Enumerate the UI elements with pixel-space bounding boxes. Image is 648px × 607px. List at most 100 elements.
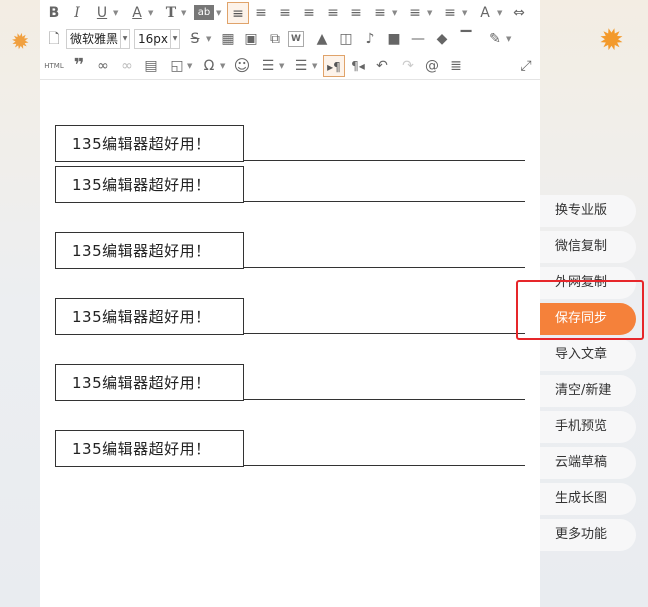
italic-button[interactable]: I: [66, 2, 88, 24]
toolbar-row-3: HTML ❞ ∞ ∞ ▤ ◱ ▼ Ω ▼ ☺ ☰ ▼ ☰ ▼ ▸¶ ¶◂ ↶ ↷…: [40, 53, 540, 79]
cloud-draft-button[interactable]: 云端草稿: [540, 447, 636, 479]
title-block[interactable]: 135编辑器超好用！: [55, 430, 525, 467]
gallery-icon[interactable]: ◫: [335, 28, 357, 50]
chevron-down-icon[interactable]: ▼: [113, 2, 118, 24]
underline-button[interactable]: U: [91, 2, 113, 24]
title-underline: [244, 399, 525, 400]
title-text[interactable]: 135编辑器超好用！: [72, 175, 211, 195]
clear-format-button[interactable]: T: [160, 2, 182, 24]
switch-pro-button[interactable]: 换专业版: [540, 195, 636, 227]
font-family-value: 微软雅黑: [70, 32, 119, 46]
clear-new-button[interactable]: 清空/新建: [540, 375, 636, 407]
line-height-button[interactable]: ≡: [369, 2, 391, 24]
rtl-direction-icon[interactable]: ¶◂: [347, 55, 369, 77]
chevron-down-icon[interactable]: ▼: [216, 2, 221, 24]
indent-button[interactable]: ≡: [345, 2, 367, 24]
title-block[interactable]: 135编辑器超好用！: [55, 298, 525, 335]
strikethrough-icon[interactable]: S: [184, 28, 206, 50]
font-color-button[interactable]: A: [126, 2, 148, 24]
chevron-down-icon[interactable]: ▼: [497, 2, 502, 24]
insert-row-icon[interactable]: ▤: [140, 55, 162, 77]
save-sync-button[interactable]: 保存同步: [540, 303, 636, 335]
chevron-down-icon[interactable]: ▼: [187, 55, 192, 77]
eraser-icon[interactable]: ◆: [431, 28, 453, 50]
chevron-down-icon[interactable]: ▼: [312, 55, 317, 77]
title-block[interactable]: 135编辑器超好用！: [55, 125, 525, 162]
title-block[interactable]: 135编辑器超好用！: [55, 364, 525, 401]
title-text[interactable]: 135编辑器超好用！: [72, 134, 211, 154]
editor-content[interactable]: 135编辑器超好用！ 135编辑器超好用！ 135编辑器超好用！ 135编辑器超…: [40, 81, 540, 607]
title-text[interactable]: 135编辑器超好用！: [72, 373, 211, 393]
letter-spacing-button[interactable]: ≡: [439, 2, 461, 24]
special-char-icon[interactable]: Ω: [198, 55, 220, 77]
quote-icon[interactable]: ❞: [68, 55, 90, 77]
horizontal-rule-icon[interactable]: —: [407, 28, 429, 50]
font-family-select[interactable]: 微软雅黑 ▼: [66, 29, 130, 49]
align-left-button[interactable]: ≡: [227, 2, 249, 24]
external-copy-button[interactable]: 外网复制: [540, 267, 636, 299]
format-brush-icon[interactable]: ▔: [455, 28, 477, 50]
align-right-button[interactable]: ≡: [274, 2, 296, 24]
image-icon[interactable]: ▣: [240, 28, 262, 50]
title-block[interactable]: 135编辑器超好用！: [55, 232, 525, 269]
fullscreen-icon[interactable]: ⤢: [515, 55, 537, 77]
chevron-down-icon[interactable]: ▼: [462, 2, 467, 24]
microphone-icon[interactable]: ♪: [359, 28, 381, 50]
chevron-down-icon[interactable]: ▼: [181, 2, 186, 24]
font-size-select[interactable]: 16px ▼: [134, 29, 180, 49]
title-underline: [244, 333, 525, 334]
unordered-list-icon[interactable]: ☰: [290, 55, 312, 77]
video-icon[interactable]: ■: [383, 28, 405, 50]
align-center-button[interactable]: ≡: [250, 2, 272, 24]
editor: B I U ▼ A ▼ T ▼ ab ▼ ≡ ≡ ≡ ≡ ≡ ≡ ≡ ▼ ≡ ▼…: [40, 0, 540, 607]
chevron-down-icon[interactable]: ▼: [279, 55, 284, 77]
redo-icon[interactable]: ↷: [397, 55, 419, 77]
link-icon[interactable]: ∞: [92, 55, 114, 77]
chevron-down-icon[interactable]: ▼: [392, 2, 397, 24]
magic-wand-icon[interactable]: ✎: [484, 28, 506, 50]
document-icon[interactable]: 🗋: [43, 28, 65, 50]
picture-icon[interactable]: ▲: [311, 28, 333, 50]
chevron-down-icon: ▼: [120, 30, 129, 48]
background-left: [0, 0, 40, 607]
align-justify-button[interactable]: ≡: [298, 2, 320, 24]
chevron-down-icon[interactable]: ▼: [427, 2, 432, 24]
long-image-button[interactable]: 生成长图: [540, 483, 636, 515]
text-direction-button[interactable]: A: [474, 2, 496, 24]
unlink-icon[interactable]: ∞: [116, 55, 138, 77]
chevron-down-icon[interactable]: ▼: [148, 2, 153, 24]
ltr-direction-icon[interactable]: ▸¶: [323, 55, 345, 77]
mobile-preview-button[interactable]: 手机预览: [540, 411, 636, 443]
import-article-button[interactable]: 导入文章: [540, 339, 636, 371]
wechat-copy-button[interactable]: 微信复制: [540, 231, 636, 263]
title-underline: [244, 160, 525, 161]
title-underline: [244, 465, 525, 466]
font-size-value: 16px: [138, 32, 168, 46]
title-text[interactable]: 135编辑器超好用！: [72, 307, 211, 327]
template-icon[interactable]: ◱: [166, 55, 188, 77]
html-source-button[interactable]: HTML: [43, 55, 65, 77]
title-underline: [244, 267, 525, 268]
emoji-icon[interactable]: ☺: [231, 55, 253, 77]
chevron-down-icon[interactable]: ▼: [220, 55, 225, 77]
chevron-down-icon[interactable]: ▼: [506, 28, 511, 50]
more-features-button[interactable]: 更多功能: [540, 519, 636, 551]
ordered-list-icon[interactable]: ☰: [257, 55, 279, 77]
align-distribute-button[interactable]: ≡: [322, 2, 344, 24]
title-text[interactable]: 135编辑器超好用！: [72, 241, 211, 261]
title-block[interactable]: 135编辑器超好用！: [55, 166, 525, 203]
background-color-button[interactable]: ab: [194, 5, 214, 20]
at-icon[interactable]: @: [421, 55, 443, 77]
title-underline: [244, 201, 525, 202]
chevron-down-icon[interactable]: ▼: [206, 28, 211, 50]
text-align-icon[interactable]: ≣: [445, 55, 467, 77]
title-text[interactable]: 135编辑器超好用！: [72, 439, 211, 459]
word-spacing-icon[interactable]: ⇔: [508, 2, 530, 24]
copy-image-icon[interactable]: ⧉: [264, 28, 286, 50]
bold-button[interactable]: B: [43, 2, 65, 24]
table-icon[interactable]: ▦: [217, 28, 239, 50]
chevron-down-icon: ▼: [170, 30, 179, 48]
word-import-icon[interactable]: W: [288, 31, 304, 47]
undo-icon[interactable]: ↶: [371, 55, 393, 77]
paragraph-spacing-button[interactable]: ≡: [404, 2, 426, 24]
